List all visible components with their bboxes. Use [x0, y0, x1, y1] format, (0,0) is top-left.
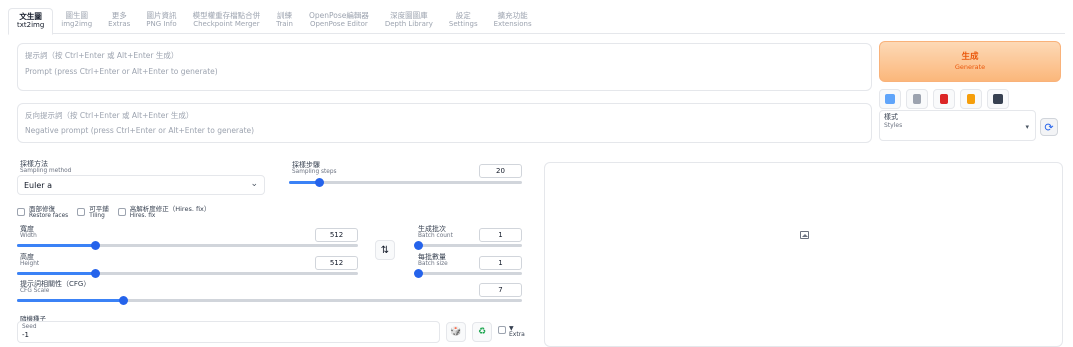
batch-count-slider[interactable] [414, 241, 522, 250]
sampling-method-select[interactable]: Euler a ⌄ [17, 175, 265, 195]
tab-settings[interactable]: 設定 Settings [441, 8, 486, 33]
txt2img-page: 文生圖 txt2img 圖生圖 img2img 更多 Extras 圖片資訊 PNG I… [0, 0, 1073, 347]
negative-prompt-placeholder-en: Negative prompt (press Ctrl+Enter or Alt… [25, 126, 255, 135]
extra-seed-checkbox[interactable]: ▼ Extra [498, 326, 525, 338]
width-input[interactable]: 512 [315, 228, 358, 242]
tab-extras[interactable]: 更多 Extras [100, 8, 138, 33]
swap-dimensions-button[interactable]: ⇅ [375, 240, 395, 260]
check-icon [885, 94, 895, 104]
clear-prompt-button[interactable] [906, 89, 928, 109]
save-style-button[interactable] [987, 89, 1009, 109]
clipboard-icon [967, 94, 975, 104]
sampling-steps-label: 採樣步驟 Sampling steps [292, 161, 337, 175]
paste-prompt-button[interactable] [960, 89, 982, 109]
tab-img2img[interactable]: 圖生圖 img2img [53, 8, 100, 33]
batch-count-label: 生成批次 Batch count [418, 225, 453, 239]
tab-train[interactable]: 訓練 Train [268, 8, 301, 33]
seed-input[interactable]: Seed -1 [17, 321, 440, 343]
random-seed-button[interactable]: 🎲 [446, 322, 466, 342]
batch-size-input[interactable]: 1 [479, 256, 522, 270]
slider-handle[interactable] [315, 178, 325, 187]
cfg-scale-input[interactable]: 7 [479, 283, 522, 297]
dice-icon: 🎲 [450, 327, 462, 337]
output-gallery [544, 162, 1063, 347]
height-slider[interactable] [17, 269, 358, 278]
refresh-icon: ⟳ [1044, 120, 1054, 134]
tab-checkpoint-merger[interactable]: 模型權重存檔點合併 Checkpoint Merger [185, 8, 269, 33]
width-slider[interactable] [17, 241, 358, 250]
card-icon [940, 94, 948, 104]
slider-handle[interactable] [91, 269, 101, 278]
main-tabs: 文生圖 txt2img 圖生圖 img2img 更多 Extras 圖片資訊 PNG I… [8, 8, 1065, 35]
prompt-placeholder-en: Prompt (press Ctrl+Enter or Alt+Enter to… [25, 67, 218, 76]
cfg-scale-label: 提示詞相關性（CFG） CFG Scale [20, 280, 91, 294]
tab-extensions[interactable]: 擴充功能 Extensions [486, 8, 540, 33]
tab-openpose-editor[interactable]: OpenPose編輯器 OpenPose Editor [301, 8, 377, 33]
refresh-styles-button[interactable]: ⟳ [1040, 118, 1058, 136]
options-checkboxes: 面部修復 Restore faces 可平鋪 Tiling 高解析度修正（Hires… [17, 206, 210, 220]
height-label: 高度 Height [20, 253, 40, 267]
sampling-steps-input[interactable]: 20 [479, 164, 522, 178]
batch-size-slider[interactable] [414, 269, 522, 278]
cfg-scale-slider[interactable] [17, 296, 522, 305]
styles-dropdown[interactable]: 樣式 Styles ▾ [879, 110, 1036, 141]
slider-handle[interactable] [414, 241, 423, 250]
batch-size-label: 每批數量 Batch size [418, 253, 448, 267]
negative-prompt-textarea[interactable]: 反向提示詞（按 Ctrl+Enter 或 Alt+Enter 生成） Negat… [17, 103, 872, 143]
image-placeholder-icon [800, 231, 809, 239]
prompt-textarea[interactable]: 提示詞（按 Ctrl+Enter 或 Alt+Enter 生成） Prompt … [17, 43, 872, 91]
prompt-tools [879, 89, 1009, 109]
tab-png-info[interactable]: 圖片資訊 PNG Info [138, 8, 184, 33]
save-icon [993, 94, 1003, 104]
restore-faces-checkbox[interactable]: 面部修復 Restore faces [17, 206, 68, 220]
slider-handle[interactable] [414, 269, 423, 278]
width-label: 寬度 Width [20, 225, 37, 239]
swap-arrows-icon: ⇅ [380, 244, 390, 256]
tab-txt2img[interactable]: 文生圖 txt2img [8, 8, 54, 35]
slider-handle[interactable] [91, 241, 101, 250]
hires-fix-checkbox[interactable]: 高解析度修正（Hires. fix） Hires. fix [117, 206, 210, 220]
chevron-down-icon: ⌄ [250, 179, 258, 189]
tab-depth-library[interactable]: 深度圖圖庫 Depth Library [377, 8, 441, 33]
tiling-checkbox[interactable]: 可平鋪 Tiling [77, 206, 109, 220]
prompt-placeholder-zh: 提示詞（按 Ctrl+Enter 或 Alt+Enter 生成） [25, 51, 179, 60]
apply-style-button[interactable] [879, 89, 901, 109]
slider-handle[interactable] [119, 296, 129, 305]
caret-down-icon: ▾ [1025, 123, 1029, 131]
extra-networks-button[interactable] [933, 89, 955, 109]
negative-prompt-placeholder-zh: 反向提示詞（按 Ctrl+Enter 或 Alt+Enter 生成） [25, 111, 194, 120]
generate-button[interactable]: 生成 Generate [879, 41, 1061, 82]
reuse-seed-button[interactable]: ♻ [472, 322, 492, 342]
batch-count-input[interactable]: 1 [479, 228, 522, 242]
sampling-steps-slider[interactable] [289, 178, 522, 187]
recycle-icon: ♻ [477, 327, 487, 337]
trash-icon [913, 94, 921, 104]
sampling-method-label: 採樣方法 Sampling method [20, 160, 72, 174]
height-input[interactable]: 512 [315, 256, 358, 270]
